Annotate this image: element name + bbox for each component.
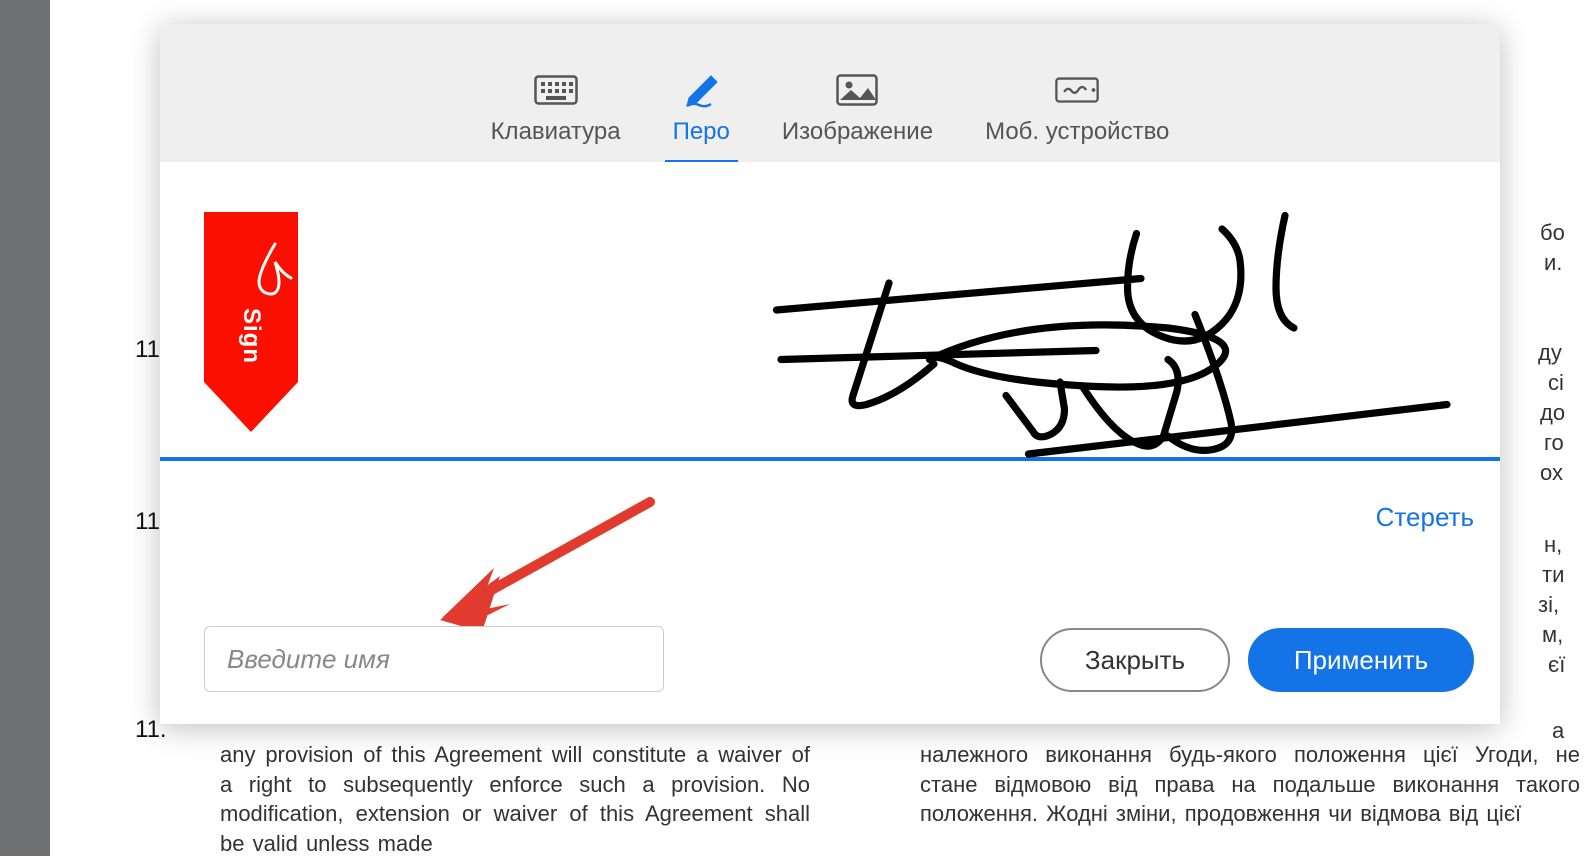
keyboard-icon [534, 72, 578, 108]
doc-right-frag: н, [1544, 530, 1562, 560]
tab-label: Изображение [782, 118, 933, 146]
doc-right-frag: го [1544, 428, 1564, 458]
doc-right-frag: и. [1544, 248, 1562, 278]
doc-right-frag: ду [1538, 338, 1562, 368]
doc-left-paragraph: any provision of this Agreement will con… [220, 740, 810, 859]
pen-icon [679, 72, 723, 108]
tab-keyboard[interactable]: Клавиатура [483, 62, 629, 162]
tab-pen[interactable]: Перо [665, 62, 738, 162]
doc-right-paragraph: належного виконання будь-якого положення… [920, 740, 1580, 829]
tab-label: Моб. устройство [985, 118, 1169, 146]
doc-right-frag: бо [1540, 218, 1565, 248]
clear-signature-link[interactable]: Стереть [1376, 502, 1474, 533]
doc-right-frag: ти [1542, 560, 1564, 590]
tab-label: Клавиатура [491, 118, 621, 146]
tab-mobile[interactable]: Моб. устройство [977, 62, 1177, 162]
apply-button[interactable]: Применить [1248, 628, 1474, 692]
doc-right-frag: м, [1542, 620, 1563, 650]
doc-right-frag: до [1540, 398, 1565, 428]
name-input[interactable] [204, 626, 664, 692]
doc-right-frag: єї [1548, 650, 1565, 680]
doc-right-frag: зі, [1538, 590, 1559, 620]
annotation-arrow [420, 492, 700, 632]
signature-canvas[interactable] [160, 162, 1500, 457]
close-button[interactable]: Закрыть [1040, 628, 1230, 692]
page-gutter [0, 0, 50, 856]
modal-body: Sign Стереть [160, 162, 1500, 724]
doc-right-frag: сі [1548, 368, 1564, 398]
image-icon [835, 72, 879, 108]
signature-baseline [160, 457, 1500, 461]
mobile-icon [1055, 72, 1099, 108]
modal-tabbar: Клавиатура Перо Изображение Моб. устройс… [160, 24, 1500, 162]
tab-label: Перо [673, 118, 730, 146]
doc-right-frag: ох [1540, 458, 1563, 488]
tab-image[interactable]: Изображение [774, 62, 941, 162]
signature-modal: Клавиатура Перо Изображение Моб. устройс… [160, 24, 1500, 724]
